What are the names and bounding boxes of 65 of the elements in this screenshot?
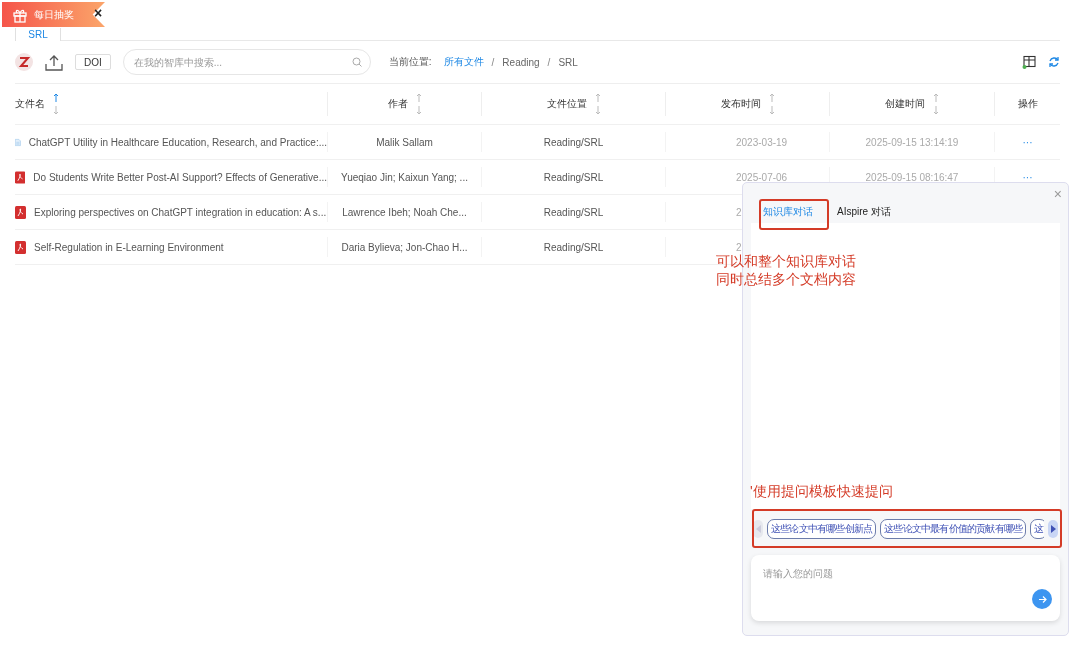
table-cell: 2025-09-15 13:14:19 <box>865 136 959 148</box>
file-name[interactable]: Do Students Write Better Post-AI Support? Effects of Generative... <box>33 171 327 183</box>
pdf-file-icon <box>15 240 26 254</box>
arrow-icon <box>1037 594 1047 604</box>
breadcrumb-label: 当前位置: <box>388 55 432 69</box>
annotation-text: '使用提问模板快速提问 <box>750 482 893 500</box>
table-cell: Reading/SRL <box>543 241 604 253</box>
file-name[interactable]: ChatGPT Utility in Healthcare Education, Research, and Practice:... <box>28 136 327 148</box>
table-cell: 2025-09-15 08:16:47 <box>865 171 959 183</box>
close-button[interactable]: × <box>94 6 103 20</box>
table-cell: Reading/SRL <box>543 171 604 183</box>
table-cell: Lawrence Ibeh; Noah Che... <box>342 206 467 218</box>
breadcrumb-item[interactable]: 所有文件 <box>443 55 484 69</box>
breadcrumb-separator: / <box>491 56 495 68</box>
question-template-chip[interactable]: 这些论文中有哪些创新点 <box>767 519 877 539</box>
file-name[interactable]: Self-Regulation in E-Learning Environment <box>34 241 224 253</box>
column-header: 发布时间 <box>720 97 761 111</box>
scroll-right-button[interactable] <box>1048 520 1058 538</box>
pdf-file-icon <box>15 205 26 219</box>
chat-tab[interactable]: 知识库对话 <box>763 205 813 219</box>
question-input[interactable]: 请输入您的问题 <box>751 555 1060 621</box>
table-cell: 2 <box>736 241 742 253</box>
column-header: 文件名 <box>15 97 45 111</box>
table-cell: 2 <box>736 206 742 218</box>
refresh-icon[interactable] <box>1048 56 1060 68</box>
breadcrumb-separator: / <box>547 56 551 68</box>
column-header: 文件位置 <box>546 97 587 111</box>
sort-icon[interactable] <box>415 93 422 115</box>
folder-tab[interactable]: SRL <box>15 28 61 41</box>
column-header: 操作 <box>1017 97 1038 111</box>
column-header: 作者 <box>387 97 408 111</box>
sort-icon[interactable] <box>53 93 59 115</box>
question-template-chip[interactable]: 这 <box>1030 519 1044 539</box>
chat-tab[interactable]: AIspire 对话 <box>837 205 891 219</box>
table-cell: 2025-07-06 <box>736 171 788 183</box>
table-cell: 2023-03-19 <box>736 136 788 148</box>
breadcrumb-item[interactable]: Reading <box>502 56 540 68</box>
left-arrow-icon <box>755 525 761 533</box>
sort-icon[interactable] <box>594 93 601 115</box>
question-template-chip[interactable]: 这些论文中最有价值的贡献有哪些 <box>880 519 1027 539</box>
sort-icon[interactable] <box>768 93 775 115</box>
table-cell: Reading/SRL <box>543 206 604 218</box>
table-cell: Reading/SRL <box>543 136 604 148</box>
doi-button[interactable]: DOI <box>75 54 111 70</box>
search-field[interactable]: 在我的智库中搜索... <box>122 49 371 75</box>
scroll-left-button[interactable] <box>753 520 763 538</box>
z-logo-icon[interactable] <box>15 53 33 71</box>
more-actions-button[interactable]: ··· <box>1022 136 1033 148</box>
upload-icon[interactable] <box>45 53 63 71</box>
table-cell: Yueqiao Jin; Kaixun Yang; ... <box>341 171 468 183</box>
table-cell: Malik Sallam <box>376 136 433 148</box>
banner-label: 每日抽奖 <box>34 7 74 22</box>
annotation-text: 同时总结多个文档内容 <box>716 270 856 288</box>
pdf-file-icon <box>15 170 26 184</box>
table-layout-icon[interactable] <box>1022 55 1036 69</box>
sort-icon[interactable] <box>933 93 939 115</box>
right-arrow-icon <box>1050 525 1056 533</box>
more-actions-button[interactable]: ··· <box>1022 171 1033 183</box>
search-icon <box>351 57 362 67</box>
table-cell: Daria Bylieva; Jon-Chao H... <box>341 241 468 253</box>
highlight-frame <box>759 199 829 230</box>
annotation-text: 可以和整个知识库对话 <box>716 252 856 270</box>
breadcrumb-item[interactable]: SRL <box>558 56 578 68</box>
file-name[interactable]: Exploring perspectives on ChatGPT integration in education: A s... <box>34 206 327 218</box>
column-header: 创建时间 <box>885 97 925 111</box>
